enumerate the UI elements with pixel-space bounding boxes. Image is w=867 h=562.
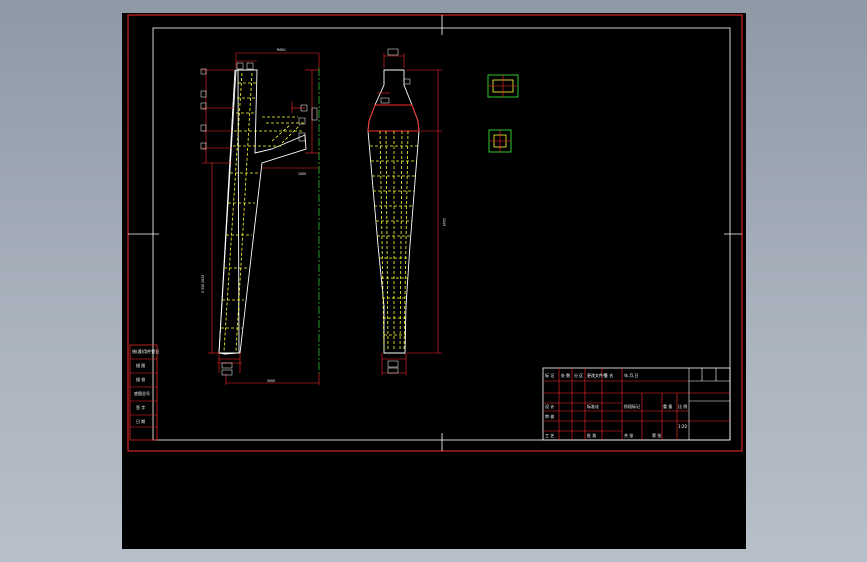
dim-total-height: 1149	[442, 218, 446, 226]
side-view-dim-boxes	[200, 62, 318, 376]
cad-viewport[interactable]: R0R0 5000 1000 5 350 2025 1149 借(通)用件登记 …	[122, 13, 746, 549]
detail-view-outlet	[488, 129, 512, 153]
front-view: 1149	[367, 48, 446, 375]
side-view-body	[218, 69, 307, 354]
cad-drawing: R0R0 5000 1000 5 350 2025 1149 借(通)用件登记 …	[127, 14, 743, 452]
tb-cell-6: 设 计	[545, 403, 554, 409]
dim-cone-length: 5 350 2025	[201, 275, 205, 293]
dim-bottom-offset: 5000	[267, 379, 275, 383]
side-view: R0R0 5000 1000 5 350 2025	[200, 48, 320, 385]
side-view-dimensions	[202, 52, 320, 385]
tb-cell-2: 分 区	[574, 372, 583, 378]
dim-top-width: R0R0	[277, 48, 286, 52]
tb-cell-11: 审 核	[545, 413, 554, 419]
strip-label-0: 借(通)用件登记	[132, 348, 159, 354]
left-registration-strip: 借(通)用件登记 描 图 描 校 底图总号 签 字 日 期	[129, 344, 159, 441]
drawing-inner-frame	[152, 27, 731, 441]
tb-cell-14: 共 张	[624, 432, 633, 438]
tb-cell-1: 处 数	[561, 372, 570, 378]
tb-scale: 1:20	[678, 424, 687, 429]
tb-cell-0: 标 记	[545, 372, 554, 378]
strip-label-5: 日 期	[136, 418, 145, 424]
tb-cell-5: 年.月.日	[624, 372, 639, 378]
detail-view-inlet	[487, 74, 519, 98]
tb-cell-7: 标准化	[587, 403, 599, 409]
tb-cell-13: 批 准	[587, 432, 596, 438]
strip-label-4: 签 字	[136, 404, 145, 410]
drawing-outer-frame	[127, 14, 743, 452]
front-view-dimensions	[377, 53, 442, 375]
tb-cell-4: 签 名	[604, 372, 613, 378]
title-block: 标 记 处 数 分 区 更改文件号 签 名 年.月.日 设 计 标准化 阶段标记…	[542, 367, 731, 441]
tb-cell-8: 阶段标记	[624, 403, 640, 409]
tb-cell-10: 比 例	[678, 403, 687, 409]
strip-label-2: 描 校	[136, 376, 145, 382]
strip-label-1: 描 图	[136, 362, 145, 368]
tb-cell-12: 工 艺	[545, 433, 554, 438]
tb-cell-9: 重 量	[663, 403, 672, 409]
front-view-upper	[367, 104, 420, 132]
dim-side-a: 1000	[298, 172, 306, 176]
strip-label-3: 底图总号	[134, 390, 150, 396]
centering-marks	[128, 15, 742, 451]
front-view-outline	[367, 69, 420, 354]
tb-cell-15: 第 张	[652, 432, 661, 438]
